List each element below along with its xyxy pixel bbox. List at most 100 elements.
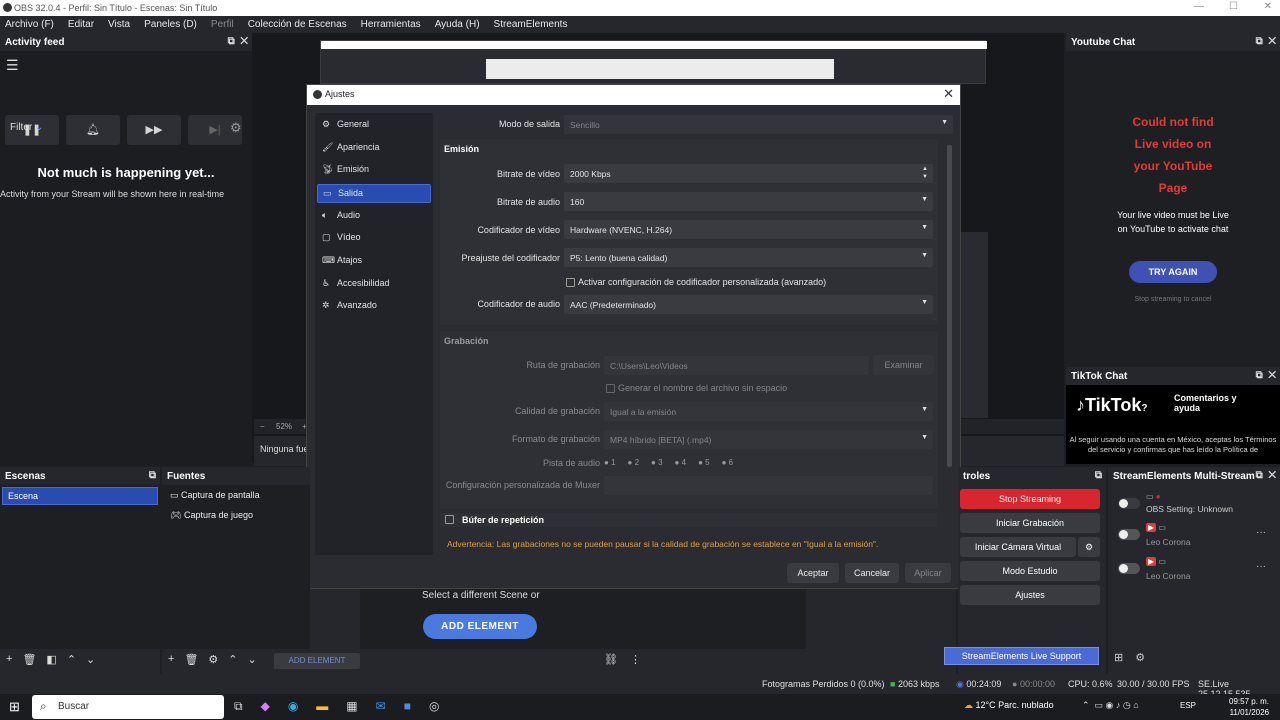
custom-encoder-checkbox[interactable] [566, 278, 575, 287]
output-mode-select[interactable]: Sencillo ▼ [564, 115, 953, 134]
up-icon[interactable]: ⌃ [67, 653, 76, 666]
dialog-close-icon[interactable]: ✕ [943, 86, 954, 102]
nav-video[interactable]: ▢ Vídeo [317, 229, 431, 248]
settings-button[interactable]: Ajustes [960, 585, 1100, 605]
add-icon[interactable]: + [168, 653, 174, 666]
skip-button[interactable]: ▶▶ [127, 115, 181, 145]
nav-audio[interactable]: 🔈︎ Audio [317, 207, 431, 226]
menu-view[interactable]: Vista [108, 19, 130, 30]
trash-icon[interactable]: 🗑︎ [22, 653, 36, 666]
language-indicator[interactable]: ESP [1180, 701, 1196, 710]
dock-buttons[interactable]: ⧉ ✕ [1256, 370, 1276, 381]
bell-button[interactable]: 🔔︎ [66, 115, 120, 145]
app-icon[interactable]: ■ [404, 699, 411, 714]
muxer-input[interactable] [604, 476, 933, 495]
hamburger-icon[interactable]: ☰ [6, 57, 19, 74]
ok-button[interactable]: Aceptar [787, 563, 839, 583]
copilot-icon[interactable]: ◆ [261, 699, 270, 714]
track-radio-1[interactable]: ● 1 [604, 458, 616, 467]
dock-buttons[interactable]: ⧉ ✕ [1256, 36, 1276, 47]
menu-help[interactable]: Ayuda (H) [435, 19, 480, 30]
minimize-icon[interactable]: — [1194, 1, 1204, 12]
store-icon[interactable]: ▦ [346, 699, 357, 714]
recording-quality-select[interactable]: Igual a la emisión ▼ [604, 402, 933, 421]
encoder-preset-select[interactable]: P5: Lento (buena calidad) ▼ [564, 248, 933, 267]
stop-streaming-button[interactable]: Stop Streaming [960, 489, 1100, 509]
more-horizontal-icon[interactable]: ··· [1256, 561, 1266, 572]
gear-icon[interactable]: ⚙ [1135, 651, 1145, 664]
file-explorer-icon[interactable]: ▬ [316, 699, 328, 714]
toggle-switch[interactable] [1118, 529, 1140, 540]
source-item[interactable]: 🎮︎ Captura de juego [170, 510, 253, 521]
audio-encoder-select[interactable]: AAC (Predeterminado) ▼ [564, 295, 933, 314]
menu-scene-collection[interactable]: Colección de Escenas [248, 19, 347, 30]
gear-icon[interactable]: ⚙ [208, 653, 218, 666]
track-radio-5[interactable]: ● 5 [698, 458, 710, 467]
task-view-icon[interactable]: ⧉ [234, 699, 243, 714]
track-radio-2[interactable]: ● 2 [628, 458, 640, 467]
source-item[interactable]: ▭ Captura de pantalla [170, 490, 260, 501]
nav-appearance[interactable]: 🖌︎ Apariencia [317, 139, 431, 158]
dock-buttons[interactable]: ⧉ ✕ [1256, 470, 1276, 481]
add-element-button[interactable]: ADD ELEMENT [423, 614, 537, 639]
more-vertical-icon[interactable]: ⋮ [630, 653, 641, 666]
menu-profile[interactable]: Perfil [211, 19, 234, 30]
video-encoder-select[interactable]: Hardware (NVENC, H.264) ▼ [564, 220, 933, 239]
gear-icon[interactable]: ⚙ [230, 120, 242, 136]
menu-edit[interactable]: Editar [68, 19, 94, 30]
audio-bitrate-select[interactable]: 160 ▼ [564, 192, 933, 211]
mail-icon[interactable]: ✉ [376, 699, 386, 714]
add-icon[interactable]: + [6, 653, 12, 666]
edge-icon[interactable]: ◉ [288, 699, 298, 714]
scene-item[interactable]: Escena [2, 487, 158, 505]
up-icon[interactable]: ⌃ [228, 653, 237, 666]
dock-buttons[interactable]: ⧉ ✕ [228, 36, 248, 47]
video-bitrate-spinner[interactable]: 2000 Kbps ▲ ▼ [564, 164, 933, 183]
live-support-button[interactable]: StreamElements Live Support [944, 647, 1099, 665]
weather[interactable]: ☁ 12°C Parc. nublado [964, 700, 1054, 711]
trash-icon[interactable]: 🗑︎ [184, 653, 198, 666]
menu-tools[interactable]: Herramientas [361, 19, 421, 30]
replay-buffer-checkbox[interactable] [445, 515, 454, 524]
menu-streamelements[interactable]: StreamElements [494, 19, 568, 30]
nav-output[interactable]: ▭ Salida [317, 184, 431, 203]
add-element-small-button[interactable]: ADD ELEMENT [274, 653, 360, 669]
tray-icons[interactable]: ⌃ ▭ ◉ ♪ ◷ ⌂ [1082, 700, 1139, 711]
track-radio-3[interactable]: ● 3 [651, 458, 663, 467]
dock-buttons[interactable]: ⧉ [1095, 470, 1102, 481]
clock[interactable]: 09:57 p. m. 11/01/2026 [1229, 696, 1269, 718]
obs-taskbar-icon[interactable]: ◎ [429, 699, 439, 714]
browse-button[interactable]: Examinar [873, 355, 934, 375]
add-icon[interactable]: ⊞ [1114, 651, 1123, 664]
virtual-camera-settings-icon[interactable]: ⚙ [1078, 537, 1100, 557]
dock-buttons[interactable]: ⧉ [149, 470, 156, 481]
track-radio-6[interactable]: ● 6 [722, 458, 734, 467]
nav-general[interactable]: ⚙ General [317, 116, 431, 135]
try-again-button[interactable]: TRY AGAIN [1129, 261, 1217, 283]
taskbar-search[interactable]: ⌕ Buscar [32, 695, 224, 719]
apply-button[interactable]: Aplicar [905, 563, 951, 583]
menu-file[interactable]: Archivo (F) [5, 19, 54, 30]
scrollbar[interactable] [947, 145, 952, 467]
down-icon[interactable]: ⌄ [86, 653, 95, 666]
spinner-arrows-icon[interactable]: ▲ ▼ [922, 165, 928, 181]
nav-hotkeys[interactable]: ⌨ Atajos [317, 252, 431, 271]
start-virtual-camera-button[interactable]: Iniciar Cámara Virtual [960, 537, 1076, 557]
cancel-button[interactable]: Cancelar [845, 563, 899, 583]
start-recording-button[interactable]: Iniciar Grabación [960, 513, 1100, 533]
track-radio-4[interactable]: ● 4 [675, 458, 687, 467]
nav-accessibility[interactable]: ♿︎ Accesibilidad [317, 275, 431, 294]
recording-format-select[interactable]: MP4 híbrido [BETA] (.mp4) ▼ [604, 430, 933, 449]
maximize-icon[interactable]: ☐ [1229, 1, 1238, 12]
nav-advanced[interactable]: ✲ Avanzado [317, 297, 431, 316]
nav-stream[interactable]: 📡︎ Emisión [317, 161, 431, 180]
recording-path-input[interactable]: C:\Users\Leo\Videos [604, 356, 869, 375]
menu-docks[interactable]: Paneles (D) [144, 19, 197, 30]
toggle-switch[interactable] [1118, 563, 1140, 574]
filter-icon[interactable]: ◧ [46, 653, 56, 666]
more-horizontal-icon[interactable]: ··· [1256, 527, 1266, 538]
close-icon[interactable]: ✕ [1264, 1, 1272, 12]
down-icon[interactable]: ⌄ [248, 653, 257, 666]
studio-mode-button[interactable]: Modo Estudio [960, 561, 1100, 581]
link-icon[interactable]: ⛓ [604, 653, 618, 666]
